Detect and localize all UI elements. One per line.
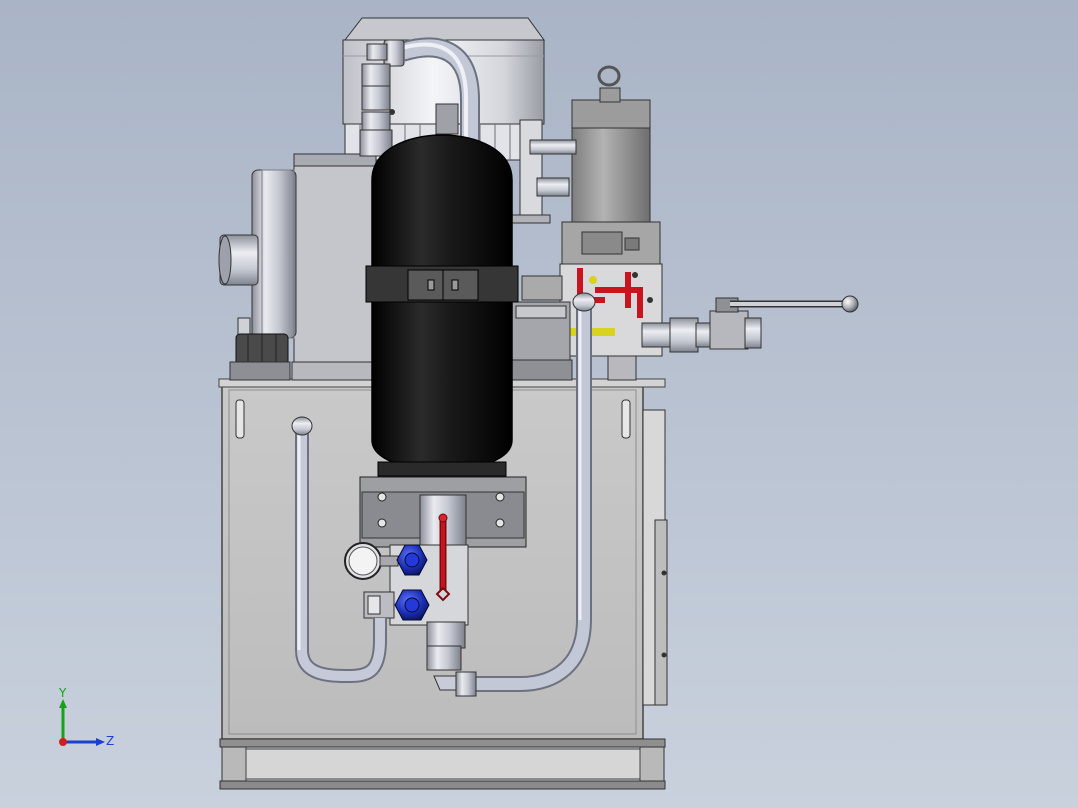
pump-bell-housing bbox=[291, 153, 377, 381]
pump-body bbox=[509, 301, 573, 381]
bladder-accumulator[interactable] bbox=[371, 134, 513, 477]
blue-valve-cap-bottom bbox=[394, 589, 430, 621]
y-axis-arrowhead bbox=[59, 699, 67, 708]
tank-base-frame bbox=[219, 738, 666, 790]
graphics-viewport[interactable]: Y Z bbox=[0, 0, 1078, 808]
side-cover-plate bbox=[642, 409, 668, 706]
z-axis-label: Z bbox=[106, 734, 114, 748]
orientation-triad: Y Z bbox=[58, 686, 114, 748]
z-axis-arrowhead bbox=[96, 738, 105, 746]
accumulator-clamp bbox=[365, 265, 519, 303]
y-axis-label: Y bbox=[58, 686, 67, 700]
cable-gland bbox=[229, 333, 291, 381]
return-filter-column[interactable] bbox=[571, 65, 651, 224]
hydraulic-power-unit-model[interactable] bbox=[0, 0, 1078, 808]
ball-valve-handle[interactable] bbox=[730, 295, 859, 313]
x-axis-dot bbox=[59, 738, 67, 746]
